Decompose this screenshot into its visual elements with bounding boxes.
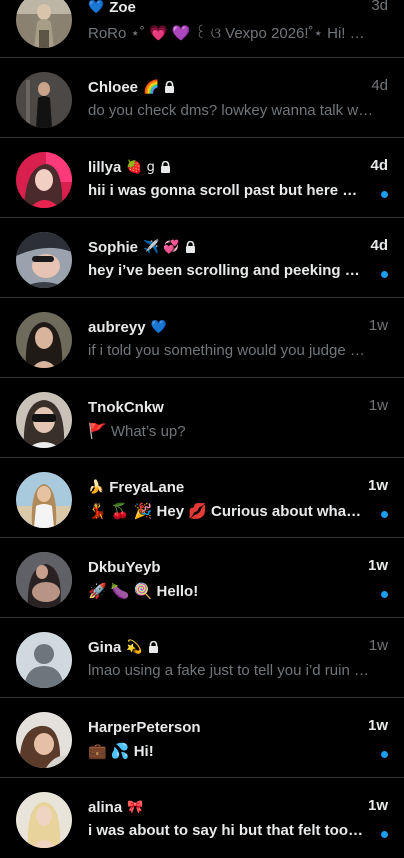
avatar[interactable] — [16, 792, 72, 848]
name-emoji: 💙 — [88, 0, 105, 15]
conversation-row-dkbuyeyb[interactable]: DkbuYeyb 1w 🚀 🍆 🍭 Hello! — [0, 538, 404, 618]
message-preview: 💃 🍒 🎉 Hey 💋 Curious about what you’re in… — [88, 503, 364, 520]
unread-dot-icon — [381, 271, 388, 278]
message-preview: RoRo ⋆˚ 💗 💜 ꒰ ଓ Vexpo 2026!˚⋆ Hi! 😤 ... — [88, 25, 376, 42]
timestamp: 4d — [370, 157, 388, 174]
avatar[interactable] — [16, 552, 72, 608]
message-preview: 🚩 What’s up? — [88, 423, 186, 440]
name-line: 💙 Zoe — [88, 0, 334, 17]
timestamp: 4d — [370, 237, 388, 254]
contact-name: aubreyy — [88, 318, 146, 336]
name-emoji: 💙 — [150, 319, 167, 335]
contact-name: alina — [88, 798, 123, 816]
lock-icon — [148, 641, 159, 653]
avatar[interactable] — [16, 152, 72, 208]
name-emoji: 🍌 — [88, 479, 105, 495]
conversation-row-lillya[interactable]: lillya 🍓 g 4d hii i was gonna scroll pas… — [0, 138, 404, 218]
message-preview: if i told you something would you judge … — [88, 342, 376, 359]
name-line: alina 🎀 — [88, 797, 334, 817]
timestamp: 1w — [367, 557, 388, 574]
unread-dot-icon — [381, 511, 388, 518]
contact-name: DkbuYeyb — [88, 558, 161, 576]
timestamp: 1w — [368, 317, 388, 334]
unread-dot-icon — [381, 751, 388, 758]
message-preview: do you check dms? lowkey wanna talk with… — [88, 102, 376, 119]
avatar[interactable] — [16, 712, 72, 768]
avatar[interactable] — [16, 0, 72, 48]
message-preview: hey i’ve been scrolling and peeking at y… — [88, 262, 364, 279]
message-preview: 💼 💦 Hi! — [88, 743, 154, 760]
conversation-row-freyalane[interactable]: 🍌 FreyaLane 1w 💃 🍒 🎉 Hey 💋 Curious about… — [0, 458, 404, 538]
timestamp: 1w — [367, 797, 388, 814]
avatar[interactable] — [16, 72, 72, 128]
name-line: lillya 🍓 g — [88, 157, 334, 177]
contact-name: Zoe — [109, 0, 136, 16]
avatar[interactable] — [16, 312, 72, 368]
timestamp: 1w — [367, 477, 388, 494]
timestamp: 4d — [371, 77, 388, 94]
conversation-row-tnokcnkw[interactable]: TnokCnkw 1w 🚩 What’s up? — [0, 378, 404, 458]
name-line: DkbuYeyb — [88, 557, 334, 577]
unread-dot-icon — [381, 191, 388, 198]
contact-name: Sophie — [88, 238, 139, 256]
conversation-row-alina[interactable]: alina 🎀 1w i was about to say hi but tha… — [0, 778, 404, 858]
conversation-list: 💙 Zoe 3d RoRo ⋆˚ 💗 💜 ꒰ ଓ Vexpo 2026!˚⋆ H… — [0, 0, 404, 858]
name-line: HarperPeterson — [88, 717, 334, 737]
timestamp: 1w — [368, 637, 388, 654]
name-line: TnokCnkw — [88, 397, 334, 417]
name-emoji: 🍓 g — [126, 159, 155, 175]
message-preview: i was about to say hi but that felt too … — [88, 822, 364, 839]
timestamp: 3d — [371, 0, 388, 14]
conversation-row-zoe[interactable]: 💙 Zoe 3d RoRo ⋆˚ 💗 💜 ꒰ ଓ Vexpo 2026!˚⋆ H… — [0, 0, 404, 58]
timestamp: 1w — [367, 717, 388, 734]
name-line: Chloee 🌈 — [88, 77, 334, 97]
contact-name: TnokCnkw — [88, 398, 164, 416]
lock-icon — [164, 81, 175, 93]
name-line: Sophie ✈️ 💞 — [88, 237, 334, 257]
message-preview: 🚀 🍆 🍭 Hello! — [88, 583, 199, 600]
conversation-row-chloee[interactable]: Chloee 🌈 4d do you check dms? lowkey wan… — [0, 58, 404, 138]
name-line: aubreyy 💙 — [88, 317, 334, 337]
conversation-row-gina[interactable]: Gina 💫 1w lmao using a fake just to tell… — [0, 618, 404, 698]
name-emoji: 🌈 — [143, 79, 160, 95]
conversation-row-sophie[interactable]: Sophie ✈️ 💞 4d hey i’ve been scrolling a… — [0, 218, 404, 298]
contact-name: HarperPeterson — [88, 718, 201, 736]
name-line: 🍌 FreyaLane — [88, 477, 334, 497]
name-emoji: 🎀 — [127, 799, 144, 815]
contact-name: FreyaLane — [109, 478, 185, 496]
name-line: Gina 💫 — [88, 637, 334, 657]
message-preview: hii i was gonna scroll past but here we … — [88, 182, 364, 199]
message-preview: lmao using a fake just to tell you i’d r… — [88, 662, 376, 679]
avatar[interactable] — [16, 232, 72, 288]
name-emoji: 💫 — [126, 639, 143, 655]
unread-dot-icon — [381, 831, 388, 838]
timestamp: 1w — [368, 397, 388, 414]
avatar[interactable] — [16, 472, 72, 528]
contact-name: Gina — [88, 638, 122, 656]
avatar[interactable] — [16, 392, 72, 448]
lock-icon — [185, 241, 196, 253]
contact-name: lillya — [88, 158, 122, 176]
unread-dot-icon — [381, 591, 388, 598]
conversation-row-harperpeterson[interactable]: HarperPeterson 1w 💼 💦 Hi! — [0, 698, 404, 778]
name-emoji: ✈️ 💞 — [143, 239, 180, 255]
lock-icon — [160, 161, 171, 173]
default-avatar-icon[interactable] — [16, 632, 72, 688]
conversation-row-aubreyy[interactable]: aubreyy 💙 1w if i told you something wou… — [0, 298, 404, 378]
contact-name: Chloee — [88, 78, 139, 96]
